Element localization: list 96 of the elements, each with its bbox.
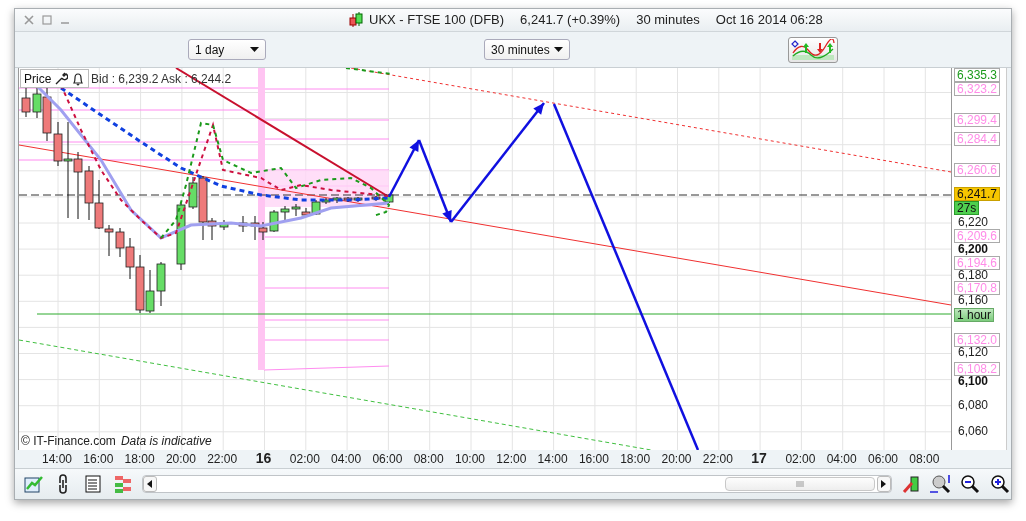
time-label: 06:00 bbox=[372, 452, 403, 467]
candlestick bbox=[73, 151, 83, 220]
candlestick bbox=[280, 205, 290, 223]
zoom-out-button[interactable] bbox=[959, 473, 982, 496]
time-label: 08:00 bbox=[909, 452, 940, 467]
candlestick bbox=[84, 165, 94, 221]
price-label: 6,241.7 bbox=[954, 187, 1001, 202]
bell-icon[interactable] bbox=[71, 71, 86, 86]
candlestick bbox=[250, 215, 260, 241]
time-label: 20:00 bbox=[661, 452, 692, 467]
notes-button[interactable] bbox=[82, 473, 104, 496]
interval-dropdown[interactable]: 30 minutes bbox=[484, 39, 570, 61]
time-label: 04:00 bbox=[826, 452, 857, 467]
time-label: 14:00 bbox=[537, 452, 568, 467]
candlestick bbox=[21, 87, 31, 118]
disclaimer-text: Data is indicative bbox=[120, 434, 212, 449]
price-label: 1 hour bbox=[954, 308, 995, 323]
price-label: 6,299.4 bbox=[954, 113, 1001, 128]
candlestick bbox=[156, 261, 166, 307]
time-label: 02:00 bbox=[785, 452, 816, 467]
time-label: 18:00 bbox=[620, 452, 651, 467]
candlestick bbox=[115, 227, 125, 258]
document-icon bbox=[85, 475, 102, 494]
time-label: 12:00 bbox=[496, 452, 527, 467]
price-label: 6,260.6 bbox=[954, 163, 1001, 178]
scroll-left-button[interactable] bbox=[142, 476, 157, 493]
close-icon[interactable] bbox=[24, 14, 34, 25]
candlestick bbox=[176, 201, 186, 271]
price-label: 6,323.2 bbox=[954, 82, 1001, 97]
price-label: 6,060 bbox=[957, 425, 990, 438]
period-dropdown[interactable]: 1 day bbox=[188, 39, 266, 61]
price-text: 6,241.7 (+0.39%) bbox=[520, 12, 621, 28]
time-label: 22:00 bbox=[207, 452, 238, 467]
price-label: 6,132.0 bbox=[954, 333, 1001, 348]
day-label: 16 bbox=[255, 450, 272, 467]
price-label: 6,108.2 bbox=[954, 362, 1001, 377]
left-arrow-icon bbox=[147, 480, 153, 489]
day-label: 17 bbox=[751, 450, 767, 467]
time-label: 22:00 bbox=[702, 452, 733, 467]
caret-icon bbox=[250, 47, 259, 53]
grip-icon bbox=[795, 481, 804, 488]
price-label: 6,335.3 bbox=[954, 68, 1001, 83]
time-label: 18:00 bbox=[124, 452, 155, 467]
indicator-chart-icon bbox=[791, 38, 835, 61]
candlestick bbox=[135, 254, 145, 314]
window-title: UKX - FTSE 100 (DFB) bbox=[369, 12, 505, 28]
moving-average-line bbox=[345, 68, 392, 76]
interval-text: 30 minutes bbox=[636, 12, 700, 28]
candlestick bbox=[145, 269, 155, 314]
scroll-thumb[interactable] bbox=[724, 477, 875, 492]
time-label: 04:00 bbox=[331, 452, 362, 467]
time-label: 02:00 bbox=[289, 452, 320, 467]
time-label: 16:00 bbox=[83, 452, 114, 467]
copyright-text: © IT-Finance.com bbox=[21, 434, 116, 449]
chart-arrow-icon bbox=[23, 474, 44, 495]
price-label: 6,120 bbox=[958, 346, 989, 359]
candlestick bbox=[258, 221, 268, 241]
time-label: 16:00 bbox=[578, 452, 609, 467]
candlestick bbox=[238, 215, 248, 233]
scroll-right-button[interactable] bbox=[877, 476, 891, 493]
time-label: 20:00 bbox=[165, 452, 196, 467]
price-label: 6,194.6 bbox=[954, 256, 1001, 271]
scrollbar[interactable] bbox=[141, 475, 892, 494]
price-label: 6,180 bbox=[958, 269, 989, 282]
timestamp-text: Oct 16 2014 06:28 bbox=[715, 12, 823, 28]
candlestick bbox=[125, 237, 135, 280]
zoom-in-icon bbox=[990, 474, 1011, 495]
price-label: 6,209.6 bbox=[954, 229, 1001, 244]
bars-icon bbox=[112, 474, 133, 495]
candlestick bbox=[269, 209, 279, 233]
time-label: 14:00 bbox=[42, 452, 72, 467]
candlestick-icon bbox=[349, 11, 363, 28]
time-label: 06:00 bbox=[868, 452, 898, 467]
price-label: 27s bbox=[954, 201, 980, 216]
right-arrow-icon bbox=[881, 480, 887, 489]
candlestick bbox=[384, 193, 394, 204]
chain-icon bbox=[59, 474, 68, 495]
price-label: 6,284.4 bbox=[954, 132, 1001, 147]
price-label: 6,220 bbox=[957, 216, 990, 229]
price-label: 6,170.8 bbox=[954, 281, 1001, 296]
price-label: 6,080 bbox=[957, 399, 990, 412]
wrench-icon[interactable] bbox=[54, 71, 69, 86]
caret-icon bbox=[554, 47, 563, 53]
zoom-out-icon bbox=[960, 474, 981, 495]
price-label: 6,200 bbox=[957, 243, 990, 256]
candlestick bbox=[219, 219, 229, 231]
candlestick bbox=[371, 195, 381, 202]
indicators-button[interactable] bbox=[788, 36, 838, 63]
price-label: 6,160 bbox=[958, 294, 989, 307]
time-label: 08:00 bbox=[413, 452, 444, 467]
series-label: Price bbox=[24, 71, 52, 86]
candlestick bbox=[291, 203, 301, 217]
price-label: 6,100 bbox=[958, 375, 989, 388]
forecast-arrow bbox=[387, 139, 421, 199]
zoom-in-button[interactable] bbox=[989, 473, 1011, 496]
time-label: 10:00 bbox=[455, 452, 485, 467]
